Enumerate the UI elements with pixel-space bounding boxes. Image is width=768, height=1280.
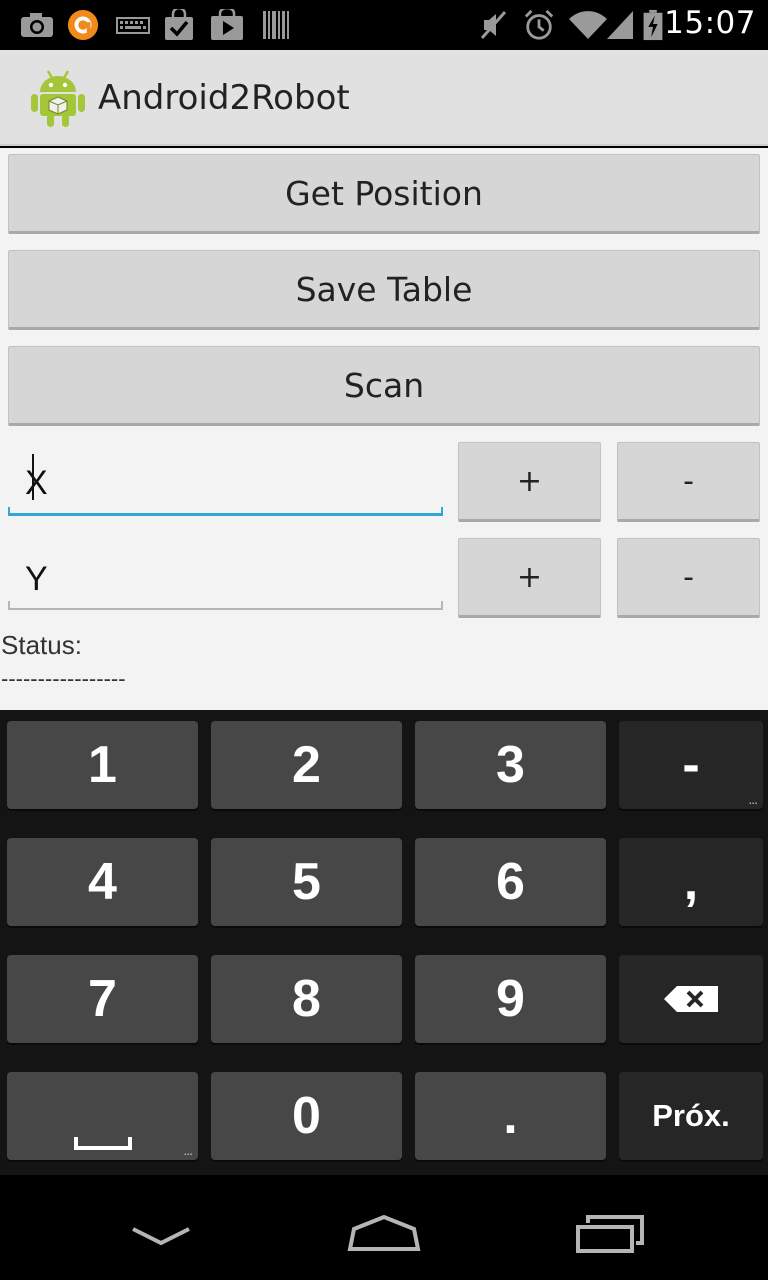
key-minus-more-hint: ... <box>748 791 758 807</box>
signal-icon <box>607 11 633 39</box>
key-7[interactable]: 7 <box>7 955 198 1043</box>
back-icon[interactable] <box>130 1225 192 1249</box>
key-minus-label: - <box>682 736 700 794</box>
x-input[interactable]: X <box>8 444 443 516</box>
key-4[interactable]: 4 <box>7 838 198 926</box>
y-minus-button[interactable]: - <box>617 538 760 618</box>
mute-icon <box>480 11 507 39</box>
x-plus-button[interactable]: + <box>458 442 601 522</box>
navigation-bar <box>0 1175 768 1280</box>
key-6[interactable]: 6 <box>415 838 606 926</box>
space-key-more-hint: ... <box>183 1142 193 1158</box>
status-bar: 15:07 <box>0 0 768 50</box>
y-input-underline <box>8 608 443 610</box>
save-table-button[interactable]: Save Table <box>8 250 760 330</box>
key-8[interactable]: 8 <box>211 955 402 1043</box>
x-input-value: X <box>25 464 48 502</box>
space-bar-icon <box>74 1137 132 1150</box>
bag-check-icon <box>165 9 193 40</box>
text-cursor <box>32 454 34 500</box>
space-key[interactable]: ... <box>7 1072 198 1160</box>
backspace-key[interactable] <box>619 955 763 1043</box>
android-robot-icon <box>31 70 85 127</box>
key-2[interactable]: 2 <box>211 721 402 809</box>
recent-apps-icon[interactable] <box>574 1213 646 1255</box>
key-9[interactable]: 9 <box>415 955 606 1043</box>
key-3[interactable]: 3 <box>415 721 606 809</box>
x-input-tick-left <box>8 507 10 516</box>
key-period[interactable]: . <box>415 1072 606 1160</box>
y-input-value: Y <box>25 560 48 598</box>
key-minus[interactable]: - ... <box>619 721 763 809</box>
x-input-tick-right <box>441 507 443 516</box>
action-bar: Android2Robot <box>0 50 768 146</box>
y-input-tick-right <box>441 601 443 610</box>
get-position-button[interactable]: Get Position <box>8 154 760 234</box>
y-input[interactable]: Y <box>8 540 443 610</box>
key-5[interactable]: 5 <box>211 838 402 926</box>
y-plus-button[interactable]: + <box>458 538 601 618</box>
next-key[interactable]: Próx. <box>619 1072 763 1160</box>
play-store-icon <box>211 9 243 40</box>
y-input-tick-left <box>8 601 10 610</box>
key-0[interactable]: 0 <box>211 1072 402 1160</box>
clock: 15:07 <box>664 5 756 41</box>
barcode-icon <box>263 11 289 39</box>
x-input-underline <box>8 513 443 516</box>
x-minus-button[interactable]: - <box>617 442 760 522</box>
alarm-icon <box>524 9 554 40</box>
wifi-icon <box>569 11 607 39</box>
main-content: Get Position Save Table Scan X + - Y + -… <box>0 148 768 710</box>
camera-icon <box>21 13 53 37</box>
key-comma[interactable]: , <box>619 838 763 926</box>
backspace-icon <box>664 986 718 1012</box>
battery-charging-icon <box>643 9 663 41</box>
key-1[interactable]: 1 <box>7 721 198 809</box>
app-title: Android2Robot <box>98 78 350 118</box>
keyboard-icon <box>116 17 150 34</box>
status-value: ----------------- <box>1 666 126 691</box>
home-icon[interactable] <box>346 1213 422 1255</box>
avast-icon <box>67 9 99 41</box>
numeric-keyboard: 1 2 3 - ... 4 5 6 , 7 8 9 ... 0 . Próx. <box>0 710 768 1175</box>
status-label: Status: <box>1 630 82 660</box>
scan-button[interactable]: Scan <box>8 346 760 426</box>
